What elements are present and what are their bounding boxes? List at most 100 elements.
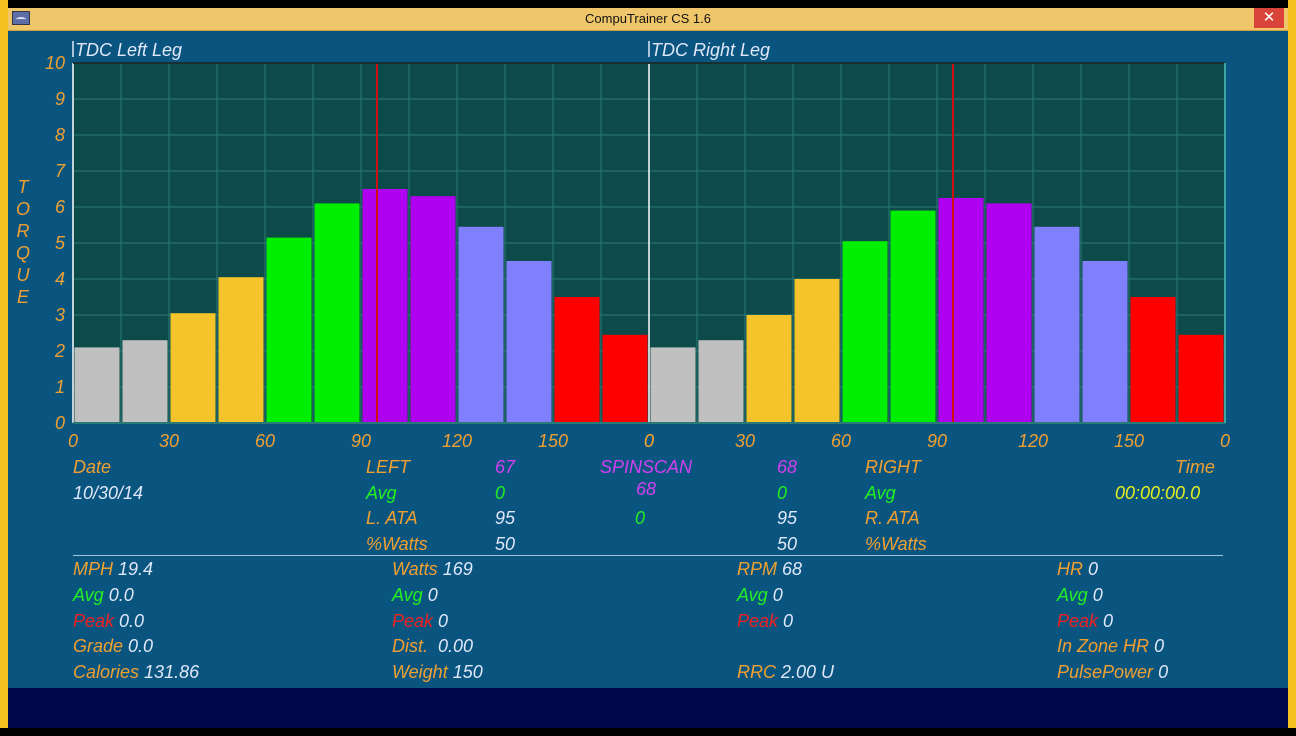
hr-peak-label: Peak (1057, 611, 1099, 631)
pwatts-right-value: 50 (777, 534, 798, 554)
spinscan-value: 68 (636, 479, 657, 499)
time-value: 00:00:00.0 (1115, 483, 1201, 503)
x-tick-label: 30 (735, 431, 755, 451)
hr-peak-value: 0 (1103, 611, 1114, 631)
hr-avg-label: Avg (1057, 585, 1088, 605)
rpm-avg-label: Avg (737, 585, 768, 605)
y-tick-label: 4 (55, 269, 65, 289)
torque-bar (362, 189, 408, 423)
torque-bar (1082, 261, 1128, 423)
rpm-peak-label: Peak (737, 611, 779, 631)
hr-peak: Peak 0 (1057, 611, 1113, 632)
y-tick-label: 6 (55, 197, 66, 217)
y-axis-label-letter: E (17, 287, 30, 307)
mph-peak: Peak 0.0 (73, 611, 144, 632)
torque-bar (218, 277, 264, 423)
torque-bar (506, 261, 552, 423)
torque-bar (1130, 297, 1176, 423)
pwatts-left-label: %Watts (366, 534, 428, 554)
grade-value: 0.0 (128, 636, 154, 656)
inzone-value: 0 (1154, 636, 1165, 656)
rrc-label: RRC (737, 662, 776, 682)
x-tick-label: 90 (351, 431, 371, 451)
avg-right-value: 0 (777, 483, 788, 503)
torque-bar (650, 347, 696, 423)
spinscan-label: SPINSCAN (600, 457, 693, 477)
weight-stat: Weight 150 (392, 662, 483, 683)
mph-avg-value: 0.0 (108, 585, 134, 605)
x-tick-label: 60 (831, 431, 851, 451)
x-tick-label: 120 (1018, 431, 1048, 451)
watts-avg-value: 0 (427, 585, 438, 605)
watts-peak: Peak 0 (392, 611, 448, 632)
time-label: Time (1175, 457, 1215, 477)
status-bar (8, 688, 1288, 728)
torque-bar (122, 340, 168, 423)
right-label: RIGHT (865, 457, 921, 477)
pulsepower-stat: PulsePower 0 (1057, 662, 1168, 683)
dist-value: 0.00 (438, 636, 474, 656)
divider (73, 555, 1223, 556)
watts-avg: Avg 0 (392, 585, 438, 606)
y-tick-label: 8 (55, 125, 65, 145)
window-title: CompuTrainer CS 1.6 (585, 11, 711, 26)
right-value: 68 (777, 457, 798, 477)
torque-bar (842, 241, 888, 423)
x-tick-label: 150 (538, 431, 568, 451)
lata-label: L. ATA (366, 508, 418, 528)
y-axis-label-letter: R (17, 221, 30, 241)
date-label: Date (73, 457, 112, 477)
hr-label: HR (1057, 559, 1083, 579)
torque-bar (1178, 334, 1224, 423)
pulsepower-value: 0 (1158, 662, 1169, 682)
avg-right-label: Avg (865, 483, 896, 503)
rrc-value: 2.00 U (781, 662, 835, 682)
left-label: LEFT (366, 457, 411, 477)
center-zero-value: 0 (635, 508, 646, 528)
torque-bar (746, 315, 792, 423)
grade-stat: Grade 0.0 (73, 636, 153, 657)
date-value: 10/30/14 (73, 483, 144, 503)
torque-bar (794, 279, 840, 423)
torque-bar (314, 203, 360, 423)
y-tick-label: 2 (54, 341, 65, 361)
mph-avg: Avg 0.0 (73, 585, 134, 606)
mph-label: MPH (73, 559, 113, 579)
hr-avg-value: 0 (1092, 585, 1103, 605)
torque-bar (410, 196, 456, 423)
x-tick-label: 90 (927, 431, 947, 451)
watts-label: Watts (392, 559, 438, 579)
watts-avg-label: Avg (392, 585, 423, 605)
mph-peak-value: 0.0 (119, 611, 145, 631)
y-axis-label-letter: O (16, 199, 30, 219)
x-tick-label: 60 (255, 431, 275, 451)
weight-label: Weight (392, 662, 448, 682)
watts-value: 169 (442, 559, 473, 579)
hr-value: 0 (1088, 559, 1099, 579)
rrc-stat: RRC 2.00 U (737, 662, 834, 683)
mph-value: 19.4 (118, 559, 154, 579)
rata-label: R. ATA (865, 508, 920, 528)
x-tick-label: 150 (1114, 431, 1144, 451)
avg-left-value: 0 (495, 483, 506, 503)
torque-bar (698, 340, 744, 423)
torque-bar (938, 198, 984, 423)
watts-stat: Watts 169 (392, 559, 473, 580)
close-button[interactable]: ✕ (1254, 8, 1284, 28)
rpm-value: 68 (782, 559, 803, 579)
rpm-avg: Avg 0 (737, 585, 783, 606)
torque-chart: TDC Left Leg0 30 60 90 120 150 0TDC Right Leg0… (16, 40, 1230, 451)
window-frame-bottom (0, 728, 1296, 736)
hr-avg: Avg 0 (1057, 585, 1103, 606)
y-tick-label: 9 (55, 89, 65, 109)
calories-value: 131.86 (144, 662, 200, 682)
rpm-peak-value: 0 (783, 611, 794, 631)
mph-stat: MPH 19.4 (73, 559, 153, 580)
grade-label: Grade (73, 636, 124, 656)
window-frame-right (1288, 0, 1296, 736)
y-tick-label: 1 (55, 377, 65, 397)
rpm-label: RPM (737, 559, 777, 579)
x-tick-label: 0 (68, 431, 78, 451)
torque-bar (74, 347, 120, 423)
title-bar[interactable]: CompuTrainer CS 1.6 ✕ (8, 8, 1288, 31)
